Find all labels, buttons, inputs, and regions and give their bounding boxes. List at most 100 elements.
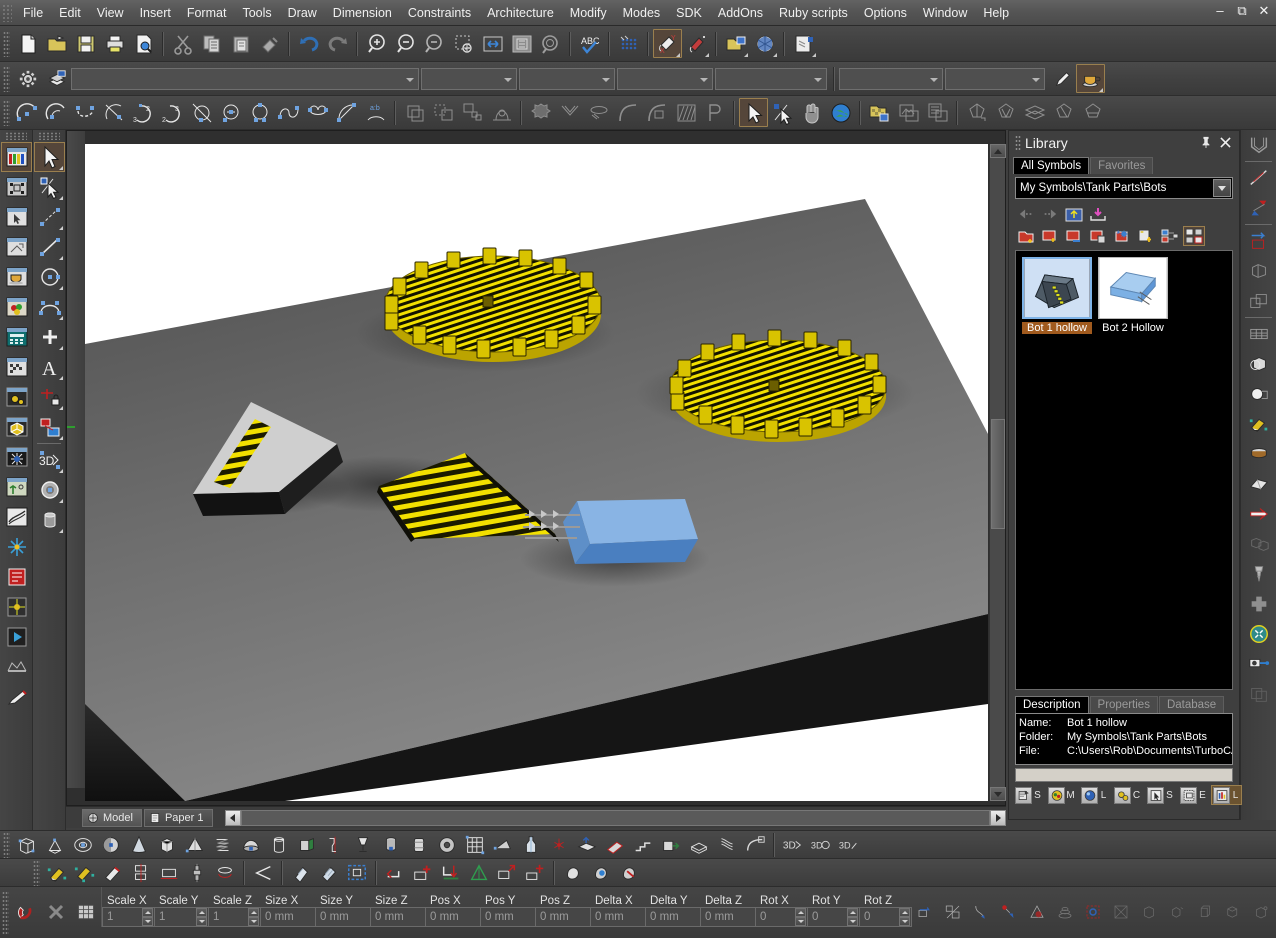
menu-draw[interactable]: Draw <box>280 2 325 24</box>
angle-icon[interactable] <box>249 859 277 886</box>
screw-icon[interactable] <box>1243 559 1275 589</box>
tab-database[interactable]: Database <box>1159 696 1224 713</box>
menu-dimension[interactable]: Dimension <box>325 2 400 24</box>
field-input[interactable]: 0 mm <box>370 907 426 927</box>
pyramid-icon[interactable] <box>181 831 209 858</box>
rotate-ellipse-icon[interactable] <box>211 859 239 886</box>
menu-view[interactable]: View <box>89 2 132 24</box>
box-icon[interactable] <box>13 831 41 858</box>
arc-center-icon[interactable] <box>13 98 42 127</box>
sphere-icon[interactable] <box>97 831 125 858</box>
spinner-up-icon[interactable] <box>899 908 910 917</box>
config-mode-icon[interactable]: C <box>1112 785 1143 805</box>
3d-assist-icon[interactable]: 3D <box>779 831 807 858</box>
forward-arrow-icon[interactable] <box>1039 204 1061 224</box>
field-input[interactable]: 0 mm <box>590 907 646 927</box>
erase-icon[interactable] <box>43 859 71 886</box>
flyout-arrow-icon[interactable] <box>705 53 709 57</box>
box-x-icon[interactable] <box>1107 899 1135 925</box>
annotation-icon[interactable] <box>789 29 818 58</box>
3d-snap-icon[interactable]: 3D <box>807 831 835 858</box>
3d-cut-icon[interactable] <box>1243 349 1275 379</box>
torus-icon[interactable] <box>69 831 97 858</box>
flyout-arrow-icon[interactable] <box>59 166 63 170</box>
horizontal-scrollbar[interactable] <box>225 810 1007 826</box>
revolve-icon[interactable] <box>321 831 349 858</box>
extrude-icon[interactable] <box>1243 256 1275 286</box>
spinner-down-icon[interactable] <box>899 917 910 926</box>
spinner-down-icon[interactable] <box>196 917 207 926</box>
select-mode-icon[interactable]: S <box>1145 785 1176 805</box>
cube-2-icon[interactable] <box>1163 899 1191 925</box>
triangle-red-icon[interactable] <box>1023 899 1051 925</box>
arrow-red-2-icon[interactable] <box>521 859 549 886</box>
spell-check-icon[interactable]: ABC <box>575 29 604 58</box>
cylinder-icon[interactable] <box>265 831 293 858</box>
arrow-red-icon[interactable] <box>1243 499 1275 529</box>
restore-icon[interactable]: ⧉ <box>1234 3 1250 19</box>
3d-view-icon[interactable]: 3D <box>835 831 863 858</box>
node-edit-icon[interactable] <box>1 562 32 592</box>
arc-fillet-icon[interactable] <box>187 98 216 127</box>
transform-window-icon[interactable] <box>1 232 32 262</box>
toolbar-grip[interactable] <box>5 132 27 140</box>
cube-1-icon[interactable] <box>1135 899 1163 925</box>
thicken-icon[interactable] <box>685 831 713 858</box>
scrollbar-thumb[interactable] <box>991 419 1005 529</box>
new-library-icon[interactable] <box>1015 226 1037 246</box>
toolbar-grip[interactable] <box>38 132 60 140</box>
toolbar-grip[interactable] <box>33 860 40 886</box>
arc-hatch-icon[interactable] <box>332 98 361 127</box>
animation-icon[interactable] <box>1 622 32 652</box>
flyout-arrow-icon[interactable] <box>59 316 63 320</box>
stack-icon[interactable] <box>1020 98 1049 127</box>
add-symbol-icon[interactable] <box>1135 226 1157 246</box>
dimension-style-combo[interactable] <box>945 68 1045 90</box>
3d-point-icon[interactable] <box>545 831 573 858</box>
render-window-icon[interactable] <box>1 352 32 382</box>
compass-icon[interactable] <box>1 532 32 562</box>
menu-constraints[interactable]: Constraints <box>400 2 479 24</box>
point-icon[interactable] <box>34 322 65 352</box>
spinner-down-icon[interactable] <box>847 917 858 926</box>
pin-icon[interactable] <box>1194 135 1218 152</box>
snap-grid-icon[interactable] <box>1 592 32 622</box>
grid-table-icon[interactable] <box>71 897 101 927</box>
color-combo[interactable] <box>421 68 517 90</box>
up-folder-icon[interactable] <box>1063 204 1085 224</box>
field-spinner[interactable] <box>248 908 259 926</box>
toolbar-grip[interactable] <box>2 891 9 935</box>
save-disk-icon[interactable] <box>71 29 100 58</box>
tab-favorites[interactable]: Favorites <box>1090 157 1153 174</box>
prism-icon[interactable] <box>153 831 181 858</box>
flyout-arrow-icon[interactable] <box>59 499 63 503</box>
edit-mode-icon[interactable]: E <box>1178 785 1209 805</box>
menu-edit[interactable]: Edit <box>51 2 89 24</box>
sphere-icon[interactable] <box>34 475 65 505</box>
back-arrow-icon[interactable] <box>1015 204 1037 224</box>
select-tool-window-icon[interactable] <box>1 202 32 232</box>
donut-icon[interactable] <box>433 831 461 858</box>
menu-addons[interactable]: AddOns <box>710 2 771 24</box>
arc-spline-icon[interactable] <box>274 98 303 127</box>
symbol-item[interactable]: Bot 1 hollow <box>1022 257 1092 334</box>
eraser-icon[interactable] <box>1243 409 1275 439</box>
bot-2-hollow-thumb[interactable] <box>1098 257 1168 319</box>
mesh-icon[interactable] <box>461 831 489 858</box>
menu-modes[interactable]: Modes <box>615 2 669 24</box>
erase-multi-icon[interactable] <box>71 859 99 886</box>
menu-file[interactable]: File <box>15 2 51 24</box>
zoom-in-icon[interactable] <box>362 29 391 58</box>
tree-1-icon[interactable] <box>962 98 991 127</box>
brush-combo[interactable] <box>715 68 827 90</box>
3d-scene[interactable] <box>85 144 988 801</box>
zoom-window-icon[interactable] <box>449 29 478 58</box>
save-library-icon[interactable] <box>1087 226 1109 246</box>
circle-icon[interactable] <box>34 262 65 292</box>
spinner-down-icon[interactable] <box>795 917 806 926</box>
shade-facet-icon[interactable] <box>315 859 343 886</box>
zoom-out-icon[interactable] <box>391 29 420 58</box>
scroll-right-arrow-icon[interactable] <box>990 810 1006 826</box>
spring-icon[interactable] <box>209 831 237 858</box>
arc-3point-alt-icon[interactable]: 32 <box>158 98 187 127</box>
